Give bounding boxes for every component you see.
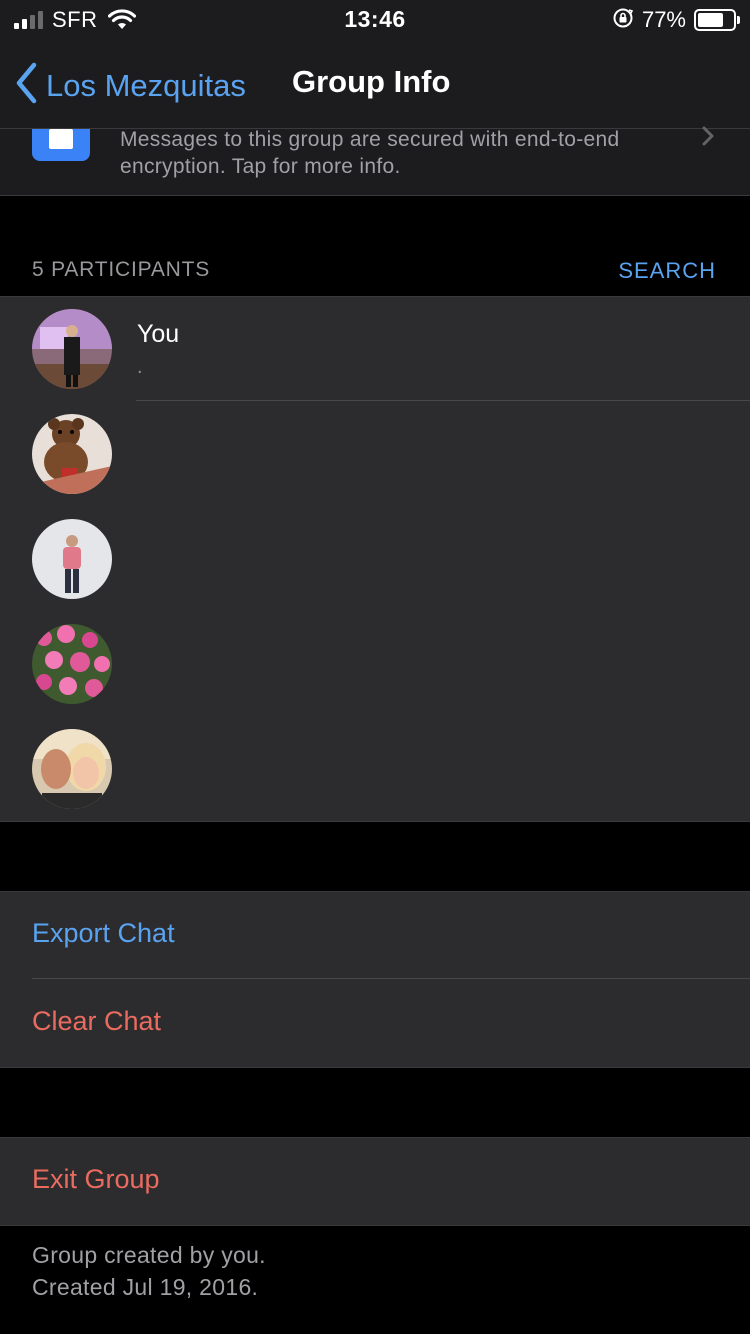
participants-count-header: 5 PARTICIPANTS bbox=[32, 258, 211, 281]
group-created-date: Created Jul 19, 2016. bbox=[32, 1274, 259, 1300]
group-created-by: Group created by you. bbox=[32, 1242, 266, 1268]
encryption-line-2: encryption. Tap for more info. bbox=[120, 155, 401, 178]
battery-icon bbox=[694, 9, 740, 31]
chevron-right-icon bbox=[700, 124, 716, 153]
search-participants-button[interactable]: SEARCH bbox=[618, 258, 716, 284]
divider bbox=[136, 400, 750, 401]
encryption-line-1: Messages to this group are secured with … bbox=[120, 128, 620, 151]
avatar-you[interactable] bbox=[32, 309, 112, 389]
divider bbox=[32, 978, 750, 979]
avatar-participant-2[interactable] bbox=[32, 414, 112, 494]
participants-list bbox=[0, 296, 750, 822]
avatar-participant-5[interactable] bbox=[32, 729, 112, 809]
export-chat-button[interactable]: Export Chat bbox=[32, 918, 175, 949]
exit-group-button[interactable]: Exit Group bbox=[32, 1164, 160, 1195]
back-button[interactable]: Los Mezquitas bbox=[14, 62, 246, 109]
battery-percent: 77% bbox=[641, 7, 686, 32]
clear-chat-button[interactable]: Clear Chat bbox=[32, 1006, 161, 1037]
participant-status-you: . bbox=[137, 356, 143, 378]
back-label: Los Mezquitas bbox=[46, 67, 246, 103]
lock-icon bbox=[32, 129, 90, 161]
encryption-info-text: Messages to this group are secured with … bbox=[120, 126, 690, 180]
chevron-left-icon bbox=[14, 62, 38, 109]
page-title: Group Info bbox=[292, 64, 451, 99]
avatar-participant-3[interactable] bbox=[32, 519, 112, 599]
participant-name-you: You bbox=[137, 320, 180, 348]
status-bar-right: 77% bbox=[612, 6, 740, 34]
orientation-lock-icon bbox=[612, 7, 634, 34]
avatar-participant-4[interactable] bbox=[32, 624, 112, 704]
